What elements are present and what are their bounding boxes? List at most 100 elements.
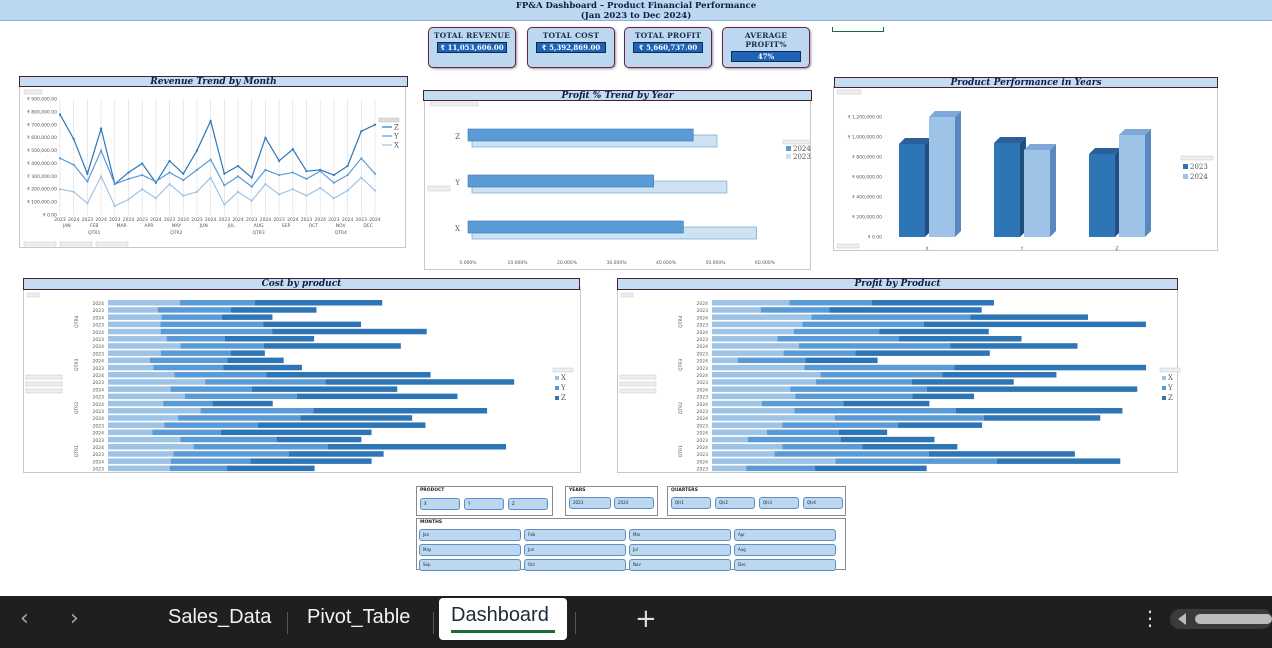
data-point [58,157,62,160]
data-point [360,130,363,133]
data-point [346,173,349,177]
more-options-icon[interactable]: ⋮ [1140,606,1160,630]
data-point [305,177,308,181]
scroll-tabs-left-icon[interactable]: ‹ [20,606,29,631]
field-button [26,292,40,298]
legend-label: 2023 [1190,163,1208,171]
months-slicer[interactable]: MONTHS Jan Feb Mar Apr May Jun Jul Aug S… [416,518,846,571]
tab-divider [433,612,434,634]
x-tick-quarter: QTR2 [170,230,182,236]
dashboard-subtitle: (Jan 2023 to Dec 2024) [580,11,692,21]
months-slicer-title: MONTHS [420,520,443,525]
slicer-item-apr[interactable]: Apr [734,529,836,541]
data-point [209,119,212,123]
slicer-item-2023[interactable]: 2023 [569,497,611,509]
slicer-item-jan[interactable]: Jan [419,529,521,541]
stack-segment [897,422,983,428]
slicer-item-aug[interactable]: Aug [734,544,836,556]
profit-by-product-chart[interactable]: 2024 2023 2024 2023 2024 2023 2024 2023 2024 2023… [617,287,1181,473]
revenue-trend-chart[interactable]: ₹ 900,000.00 ₹ 800,000.00 ₹ 700,000.00 ₹ 60… [19,86,406,248]
add-sheet-icon[interactable]: + [635,604,657,634]
legend-filter-button [378,117,400,123]
y-tick-label: ₹ 1,200,000.00 [848,115,882,121]
data-point [72,163,75,166]
field-button [95,241,129,247]
stack-segment [224,336,315,342]
x-tick-label: 50.000% [705,260,726,266]
x-tick-year: 2024 [150,217,162,223]
slicer-item-qtr1[interactable]: Qtr1 [671,497,711,509]
stack-segment [923,321,1146,328]
stack-segment [266,372,431,378]
stack-segment [777,336,900,342]
data-point [319,170,322,173]
tab-dashboard[interactable]: Dashboard [451,604,549,627]
slicer-item-dec[interactable]: Dec [734,559,836,571]
slicer-item-jul[interactable]: Jul [629,544,731,556]
row-year-label: 2023 [93,308,105,314]
row-year-label: 2024 [697,445,709,451]
stack-segment [955,408,1123,414]
product-performance-chart[interactable]: ₹ 1,200,000.00 ₹ 1,000,000.00 ₹ 800,000.00… [833,86,1218,252]
slicer-item-qtr4[interactable]: Qtr4 [803,497,843,509]
quarters-slicer[interactable]: QUARTERS Qtr1 Qtr2 Qtr3 Qtr4 [667,486,846,516]
years-slicer[interactable]: YEARS 2023 2024 [565,486,658,516]
x-tick-label: Z [1115,246,1118,252]
field-button [836,243,860,249]
x-tick-year: 2024 [342,217,354,223]
stack-segment [250,458,372,464]
x-tick-year: 2023 [109,217,121,223]
row-year-label: 2024 [697,431,709,437]
row-year-label: 2023 [697,467,709,473]
profit-by-product-plot: 2024202320242023202420232024202320242023… [619,292,1181,473]
data-point [332,173,336,177]
product-slicer[interactable]: PRODUCT X Y Z [416,486,553,516]
tab-pivot-table[interactable]: Pivot_Table [307,606,410,629]
slicer-item-nov[interactable]: Nov [629,559,731,571]
scrollbar-thumb[interactable] [1195,614,1272,624]
scroll-left-arrow-icon[interactable] [1178,613,1186,625]
slicer-item-x[interactable]: X [420,498,460,510]
slicer-item-oct[interactable]: Oct [524,559,626,571]
data-point [72,137,75,141]
slicer-item-sep[interactable]: Sep [419,559,521,571]
slicer-item-z[interactable]: Z [508,498,548,510]
slicer-item-qtr3[interactable]: Qtr3 [759,497,799,509]
stack-segment [108,343,181,349]
cost-by-product-chart[interactable]: 2024 2023 2024 2023 2024 2023 2024 2023 2024 2023… [23,287,581,473]
x-tick-year: 2023 [273,217,285,223]
stack-segment [712,300,790,306]
data-point [86,202,89,205]
slicer-item-2024[interactable]: 2024 [614,497,654,509]
stack-segment [153,364,224,371]
row-year-label: 2023 [697,409,709,415]
stack-segment [815,465,927,472]
profit-trend-chart[interactable]: 0.000% 10.000% 20.000% 30.000% 40.000% 50.000… [424,98,811,270]
stack-segment [789,300,872,306]
x-tick-month: JAN [62,223,71,229]
horizontal-scrollbar[interactable] [1170,609,1272,629]
slicer-item-qtr2[interactable]: Qtr2 [715,497,755,509]
stack-segment [108,465,170,472]
slicer-item-may[interactable]: May [419,544,521,556]
data-point [141,162,144,165]
stack-segment [879,328,989,335]
tab-sales-data[interactable]: Sales_Data [168,606,271,629]
active-tab-underline [451,630,555,633]
selected-cell-indicator[interactable] [832,27,884,32]
x-tick-month: MAR [117,223,127,229]
data-point [113,204,116,208]
stack-segment [712,429,767,436]
slicer-item-jun[interactable]: Jun [524,544,626,556]
stack-segment [108,458,171,464]
slicer-item-feb[interactable]: Feb [524,529,626,541]
x-tick-month: DEC [363,223,372,229]
row-year-label: 2023 [93,438,105,444]
slicer-item-y[interactable]: Y [464,498,504,510]
stack-segment [712,314,812,320]
stack-segment [790,386,927,392]
scroll-tabs-right-icon[interactable]: › [70,606,79,631]
stack-segment [227,357,284,364]
slicer-item-mar[interactable]: Mar [629,529,731,541]
stack-segment [108,451,174,457]
